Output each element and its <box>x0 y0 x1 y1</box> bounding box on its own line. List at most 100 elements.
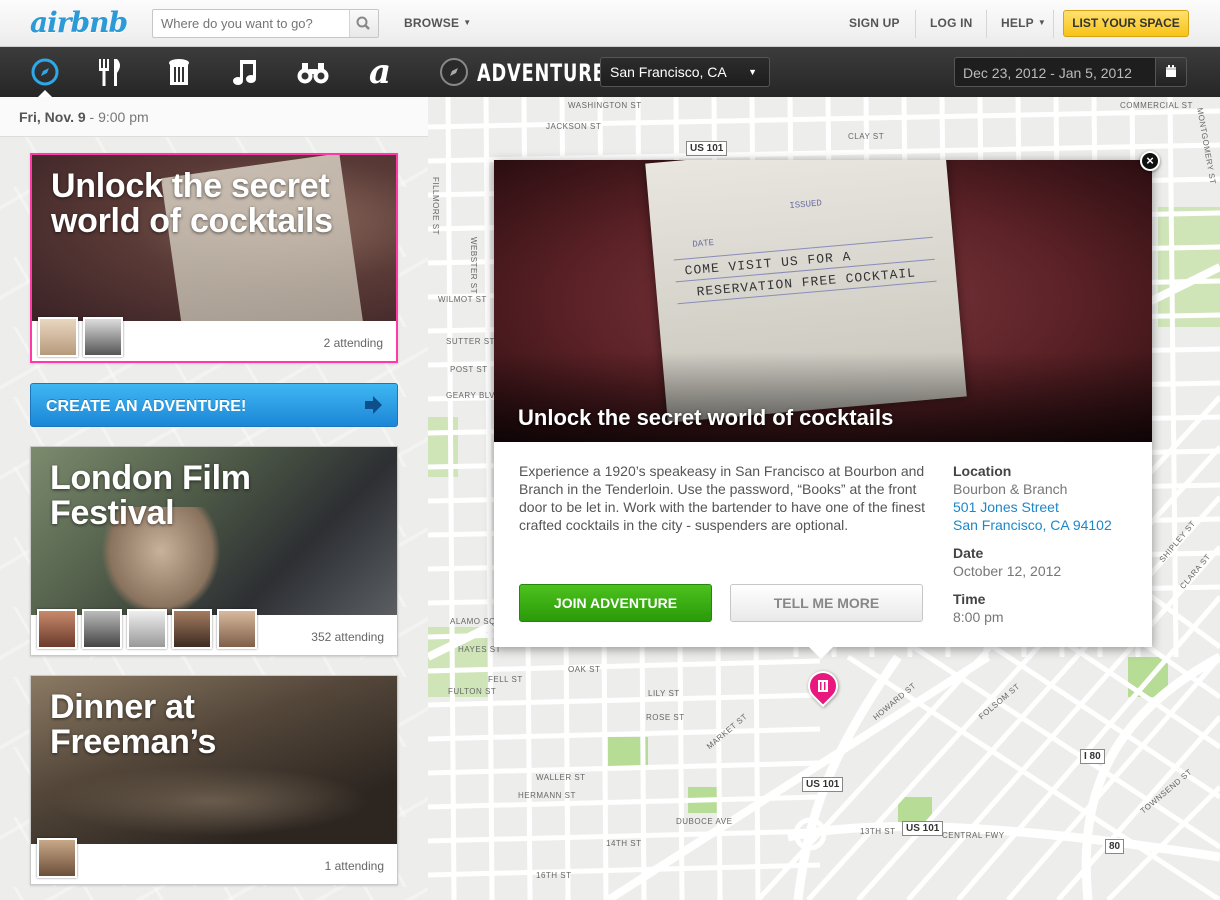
highway-shield: I 80 <box>1080 749 1105 764</box>
highway-shield: US 101 <box>902 821 944 836</box>
attendee-avatars <box>37 838 77 878</box>
list-your-space-button[interactable]: LIST YOUR SPACE <box>1063 10 1189 37</box>
caret-down-icon: ▼ <box>748 67 757 77</box>
street-label: LILY ST <box>648 689 680 698</box>
card-title: London Film Festival <box>50 459 251 532</box>
browse-label: BROWSE <box>404 16 460 30</box>
street-label: WEBSTER ST <box>469 237 478 295</box>
street-label: FILLMORE ST <box>431 177 440 235</box>
map-toolbar: ADVENTURES San Francisco, CA ▼ Dec 23, 2… <box>428 47 1220 97</box>
date-day: Fri, Nov. 9 <box>19 109 86 125</box>
location-name: Bourbon & Branch <box>953 481 1068 497</box>
help-menu[interactable]: HELP ▼ <box>1001 16 1046 30</box>
search-button[interactable] <box>349 10 378 37</box>
time-value: 8:00 pm <box>953 609 1004 625</box>
street-label: 13TH ST <box>860 827 896 836</box>
airbnb-logo[interactable]: airbnb <box>30 6 128 39</box>
street-label: FELL ST <box>488 675 523 684</box>
location-label: Location <box>953 463 1012 479</box>
street-label: DUBOCE AVE <box>676 817 733 826</box>
avatar[interactable] <box>38 317 78 357</box>
avatar[interactable] <box>37 609 77 649</box>
city-value: San Francisco, CA <box>610 64 727 80</box>
category-bar: a <box>0 47 428 97</box>
divider <box>986 10 987 38</box>
card-title: Dinner at Freeman’s <box>50 688 217 761</box>
search-input[interactable] <box>153 10 350 37</box>
street-label: CENTRAL FWY <box>942 831 1005 840</box>
fork-knife-icon[interactable] <box>94 56 128 88</box>
tell-me-more-button[interactable]: TELL ME MORE <box>730 584 923 622</box>
create-adventure-button[interactable]: CREATE AN ADVENTURE! <box>30 383 398 427</box>
music-note-icon[interactable] <box>229 56 263 88</box>
date-range-input[interactable]: Dec 23, 2012 - Jan 5, 2012 <box>954 57 1156 87</box>
compass-icon <box>440 58 468 86</box>
avatar[interactable] <box>37 838 77 878</box>
avatar[interactable] <box>82 609 122 649</box>
adventure-card-dinner[interactable]: Dinner at Freeman’s 1 attending <box>30 675 398 885</box>
arrow-right-icon <box>365 396 382 414</box>
street-label: COMMERCIAL ST <box>1120 101 1193 110</box>
adventures-title: ADVENTURES <box>477 59 620 87</box>
event-info: Location Bourbon & Branch 501 Jones Stre… <box>953 462 1143 626</box>
city-select[interactable]: San Francisco, CA ▼ <box>600 57 770 87</box>
street-label: SUTTER ST <box>446 337 495 346</box>
help-label: HELP <box>1001 16 1034 30</box>
top-header: airbnb BROWSE▼ SIGN UP LOG IN HELP▼ LIST… <box>0 0 1220 47</box>
avatar[interactable] <box>217 609 257 649</box>
highway-shield: US 101 <box>802 777 844 792</box>
avatar[interactable] <box>83 317 123 357</box>
street-label: WALLER ST <box>536 773 586 782</box>
adventure-card-cocktails[interactable]: Unlock the secret world of cocktails 2 a… <box>30 153 398 363</box>
create-adventure-label: CREATE AN ADVENTURE! <box>46 398 247 415</box>
avatar[interactable] <box>127 609 167 649</box>
join-adventure-button[interactable]: JOIN ADVENTURE <box>519 584 712 622</box>
adventure-card-film-festival[interactable]: London Film Festival 352 attending <box>30 446 398 656</box>
sign-up-link[interactable]: SIGN UP <box>849 16 900 30</box>
divider <box>1053 10 1054 38</box>
divider <box>915 10 916 38</box>
search-box <box>152 9 379 38</box>
compass-icon[interactable] <box>28 56 62 97</box>
street-label: FULTON ST <box>448 687 497 696</box>
date-value: October 12, 2012 <box>953 563 1062 579</box>
search-icon <box>356 16 370 30</box>
binoculars-icon[interactable] <box>296 56 330 88</box>
street-label: HERMANN ST <box>518 791 576 800</box>
popup-title: Unlock the secret world of cocktails <box>518 405 894 430</box>
highway-shield: US 101 <box>686 141 728 156</box>
attendee-avatars <box>38 317 123 357</box>
log-in-link[interactable]: LOG IN <box>930 16 973 30</box>
airbnb-a-icon[interactable]: a <box>363 52 397 92</box>
card-title: Unlock the secret world of cocktails <box>51 167 333 240</box>
street-label: GEARY BLVD <box>446 391 502 400</box>
attending-count: 1 attending <box>324 859 384 873</box>
street-label: CLAY ST <box>848 132 885 141</box>
street-label: 14TH ST <box>606 839 642 848</box>
calendar-button[interactable] <box>1155 57 1187 87</box>
sidebar: a Fri, Nov. 9 - 9:00 pm Unlock the secre… <box>0 47 428 900</box>
popup-image: ISSUED DATE COME VISIT US FOR A RESERVAT… <box>494 160 1152 442</box>
date-time: - 9:00 pm <box>89 109 149 125</box>
attending-count: 2 attending <box>323 336 383 350</box>
date-label: Date <box>953 545 984 561</box>
close-icon[interactable]: × <box>1140 151 1160 171</box>
time-label: Time <box>953 591 986 607</box>
beer-icon <box>818 680 828 692</box>
card-issued-label: ISSUED <box>789 198 823 212</box>
date-strip: Fri, Nov. 9 - 9:00 pm <box>0 97 428 137</box>
calendar-icon <box>1166 65 1176 77</box>
street-label: OAK ST <box>568 665 601 674</box>
attendee-avatars <box>37 609 257 649</box>
adventure-popup: ISSUED DATE COME VISIT US FOR A RESERVAT… <box>494 160 1152 659</box>
browse-menu[interactable]: BROWSE ▼ <box>404 16 471 30</box>
highway-shield: 80 <box>1105 839 1125 854</box>
city-link[interactable]: San Francisco, CA 94102 <box>953 516 1143 534</box>
avatar[interactable] <box>172 609 212 649</box>
street-label: WASHINGTON ST <box>568 101 642 110</box>
street-label: WILMOT ST <box>438 295 487 304</box>
beer-icon[interactable] <box>162 56 196 88</box>
caret-down-icon: ▼ <box>1037 18 1046 27</box>
address-link[interactable]: 501 Jones Street <box>953 498 1143 516</box>
street-label: POST ST <box>450 365 488 374</box>
